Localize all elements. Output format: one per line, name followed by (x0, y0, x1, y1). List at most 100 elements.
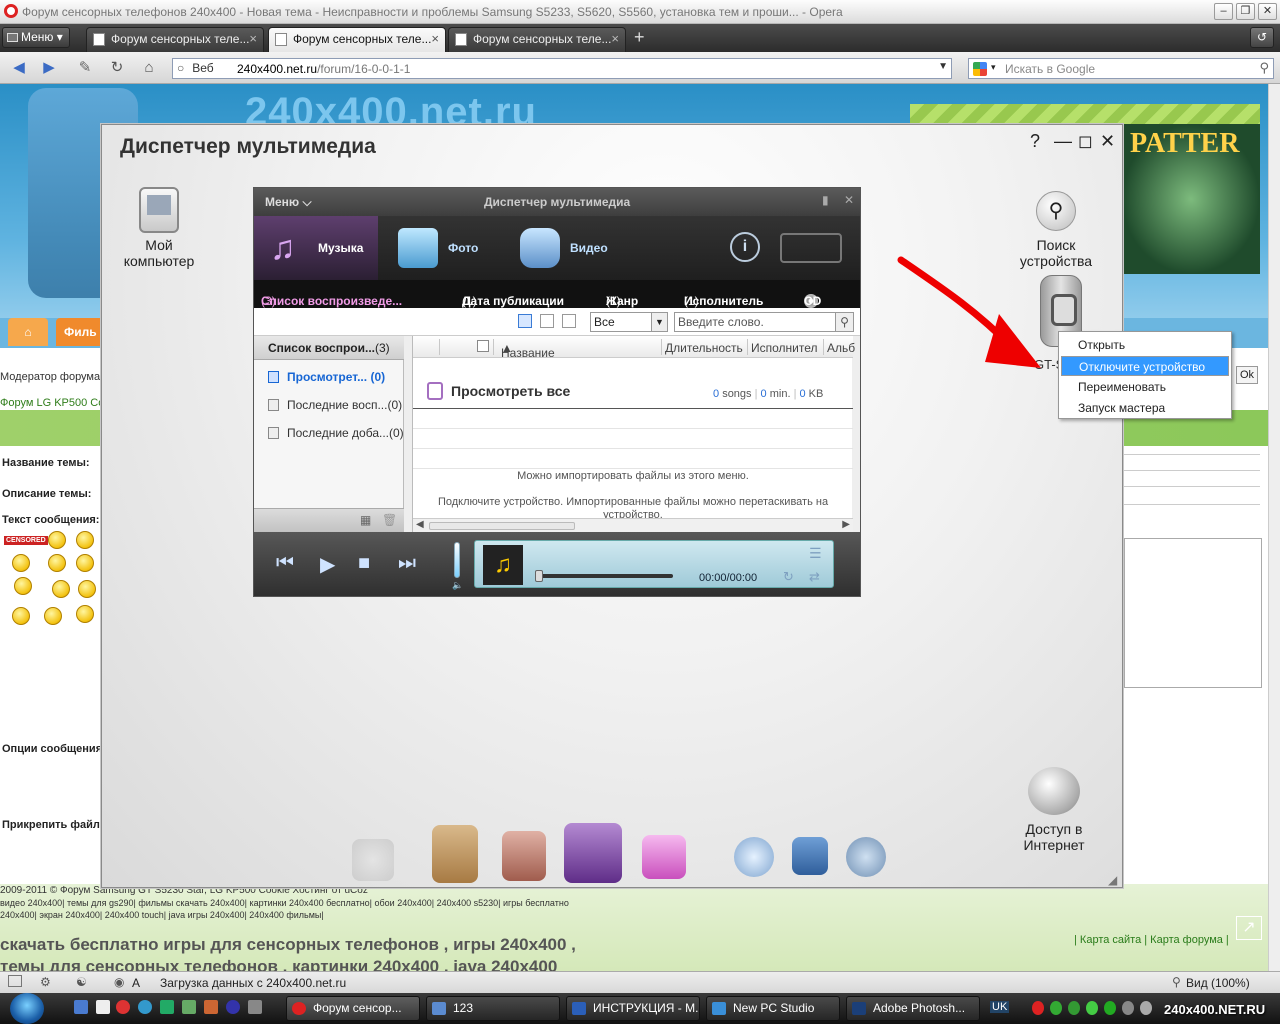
repeat-icon[interactable]: ↻ (783, 569, 794, 585)
smiley-icon[interactable] (76, 605, 94, 623)
tab-close-icon[interactable]: × (249, 28, 257, 50)
inner-close-icon[interactable]: ✕ (844, 193, 854, 207)
detail-view-icon[interactable] (540, 314, 554, 328)
home-icon[interactable]: ⌂ (138, 58, 160, 78)
message-textarea[interactable] (1124, 538, 1262, 688)
ctx-open[interactable]: Открыть (1061, 335, 1229, 355)
inner-search-input[interactable]: Введите слово. ⚲ (674, 312, 854, 332)
page-scrollbar[interactable] (1268, 84, 1280, 971)
playlist-recently-played[interactable]: Последние восп...(0) (268, 398, 402, 412)
reload-icon[interactable]: ↻ (106, 58, 128, 78)
ctx-disconnect-device[interactable]: Отключите устройство (1061, 356, 1229, 376)
status-a-label[interactable]: A (132, 976, 140, 990)
taskbar-item-opera[interactable]: Форум сенсор... (286, 996, 420, 1021)
taskbar-item-instruction[interactable]: ИНСТРУКЦИЯ - М... (566, 996, 700, 1021)
list-view-icon[interactable] (518, 314, 532, 328)
my-computer-button[interactable]: Мой компьютер (118, 187, 200, 269)
shuffle-icon[interactable]: ⇄ (809, 569, 820, 585)
category-photo[interactable]: Фото (388, 216, 498, 280)
smiley-icon[interactable] (48, 531, 66, 549)
taskbar-item-photoshop[interactable]: Adobe Photosh... (846, 996, 980, 1021)
ctx-rename[interactable]: Переименовать (1061, 377, 1229, 397)
quicklaunch-icon[interactable] (116, 1000, 130, 1014)
phone-mail-icon[interactable] (432, 825, 478, 883)
smiley-icon[interactable] (12, 607, 30, 625)
seek-knob[interactable] (535, 570, 543, 582)
mm-close-button[interactable]: ✕ (1100, 131, 1115, 152)
alert-icon[interactable] (792, 837, 828, 875)
close-button[interactable]: ✕ (1258, 3, 1277, 20)
smiley-icon[interactable] (78, 580, 96, 598)
minimize-button[interactable]: – (1214, 3, 1233, 20)
select-all-checkbox[interactable] (477, 340, 489, 352)
maximize-button[interactable]: ❐ (1236, 3, 1255, 20)
search-icon[interactable]: ⚲ (835, 313, 853, 331)
start-button[interactable] (10, 993, 44, 1024)
scroll-left-icon[interactable]: ◀ (416, 519, 424, 530)
quicklaunch-desktop-icon[interactable] (74, 1000, 88, 1014)
previous-track-icon[interactable]: ⏮ (276, 552, 294, 575)
col-album[interactable]: Альб (827, 341, 855, 355)
help-button[interactable]: ? (1030, 131, 1040, 152)
device-transfer-icon[interactable] (780, 233, 842, 263)
tray-icon[interactable] (1122, 1001, 1134, 1015)
scroll-right-icon[interactable]: ▶ (842, 519, 850, 530)
taskbar-item-new-pc-studio[interactable]: New PC Studio (706, 996, 840, 1021)
new-tab-plus-icon[interactable]: + (634, 27, 645, 47)
forward-arrow-icon[interactable]: ▶ (38, 58, 60, 78)
taskbar-item-123[interactable]: 123 (426, 996, 560, 1021)
tab-forum-3[interactable]: Форум сенсорных теле... × (448, 27, 626, 52)
smiley-icon[interactable] (14, 577, 32, 595)
info-icon[interactable]: i (730, 232, 760, 262)
turbo-icon[interactable]: ◉ (114, 975, 124, 989)
phone-edit-icon[interactable] (502, 831, 546, 881)
playlist-view-all[interactable]: Просмотрет... (0) (268, 370, 385, 384)
playlist-recently-added[interactable]: Последние доба...(0) (268, 426, 404, 440)
smiley-icon[interactable] (44, 607, 62, 625)
thumbnail-view-icon[interactable] (562, 314, 576, 328)
seek-bar[interactable] (539, 574, 673, 578)
inner-minimize-icon[interactable]: ▮ (822, 193, 829, 207)
playlist-sidebar-header[interactable]: Список воспрои...(3) (254, 336, 404, 360)
tab-forum-1[interactable]: Форум сенсорных теле... × (86, 27, 264, 52)
panel-toggle-icon[interactable] (8, 975, 22, 987)
next-track-icon[interactable]: ⏭ (398, 552, 416, 575)
google-icon[interactable] (973, 62, 987, 76)
address-bar[interactable]: Веб 240x400.net.ru/forum/16-0-0-1-1 ▼ (172, 58, 952, 79)
ctx-run-wizard[interactable]: Запуск мастера (1061, 398, 1229, 418)
settings-gear-icon[interactable] (846, 837, 886, 877)
smiley-icon[interactable] (76, 554, 94, 572)
quicklaunch-icon[interactable] (96, 1000, 110, 1014)
quicklaunch-icon[interactable] (204, 1000, 218, 1014)
external-link-icon[interactable]: ↗ (1236, 916, 1262, 940)
tray-icon[interactable] (1050, 1001, 1062, 1015)
ok-button[interactable]: Ok (1236, 366, 1258, 384)
site-tab-films[interactable]: Филь (56, 318, 106, 346)
tray-icon[interactable] (1068, 1001, 1080, 1015)
search-icon[interactable]: ⚲ (1259, 60, 1269, 76)
unite-icon[interactable]: ☯ (76, 975, 87, 989)
search-engine-dropdown-icon[interactable]: ▾ (991, 62, 996, 73)
category-music[interactable]: ♫ Музыка (254, 216, 378, 280)
site-home-icon[interactable]: ⌂ (8, 318, 48, 346)
volume-slider[interactable] (454, 542, 460, 578)
col-duration[interactable]: Длительность (665, 341, 743, 355)
censored-smiley[interactable]: CENSORED (4, 536, 48, 545)
tab-close-icon[interactable]: × (431, 28, 439, 50)
video-music-icon[interactable] (564, 823, 622, 883)
quicklaunch-icon[interactable] (182, 1000, 196, 1014)
opera-menu-button[interactable]: Меню ▾ (2, 27, 70, 48)
add-plus-icon[interactable] (642, 835, 686, 879)
edit-pen-icon[interactable]: ✎ (74, 58, 96, 78)
tray-icon[interactable] (1032, 1001, 1044, 1015)
language-indicator[interactable]: UK (990, 1001, 1010, 1013)
inner-menu-button[interactable]: Меню ⌵ (265, 195, 312, 210)
quicklaunch-icon[interactable] (248, 1000, 262, 1014)
filter-select[interactable]: Все ▼ (590, 312, 668, 332)
address-dropdown-icon[interactable]: ▼ (938, 61, 948, 72)
smiley-icon[interactable] (48, 554, 66, 572)
mm-maximize-button[interactable]: ◻ (1078, 131, 1093, 152)
smiley-icon[interactable] (76, 531, 94, 549)
back-arrow-icon[interactable]: ◀ (8, 58, 30, 78)
search-box[interactable]: ▾ Искать в Google ⚲ (968, 58, 1274, 79)
